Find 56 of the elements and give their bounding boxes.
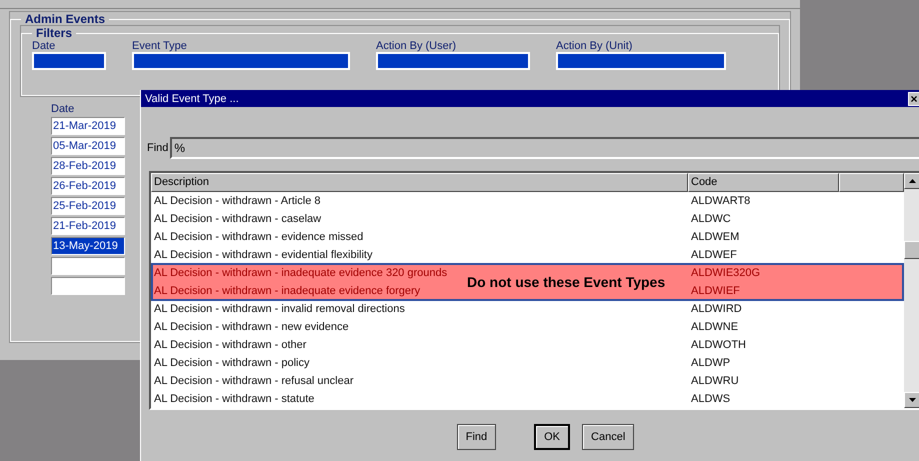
code-cell[interactable]: ALDWEM: [691, 230, 740, 244]
up-arrow-icon: [908, 179, 916, 183]
field-label: Action By (Unit): [556, 40, 634, 52]
field-label: Date: [32, 40, 56, 52]
scroll-down-button[interactable]: [904, 392, 919, 408]
dialog-button[interactable]: Cancel: [582, 424, 634, 450]
description-cell[interactable]: AL Decision - withdrawn - Article 8: [154, 194, 320, 208]
column-header[interactable]: Code: [688, 173, 839, 192]
column-header[interactable]: Description: [151, 173, 688, 192]
code-cell[interactable]: ALDWIRD: [691, 302, 742, 316]
description-cell[interactable]: AL Decision - withdrawn - evidence missed: [154, 230, 364, 244]
date-cell[interactable]: 21-Feb-2019: [51, 217, 125, 235]
code-cell[interactable]: ALDWART8: [691, 194, 750, 208]
scroll-thumb[interactable]: [904, 241, 919, 259]
dialog-title: Valid Event Type ...: [145, 92, 239, 104]
input-field[interactable]: [556, 52, 726, 70]
date-cell[interactable]: 13-May-2019: [51, 237, 125, 255]
dialog-button[interactable]: OK: [534, 424, 570, 450]
code-cell[interactable]: ALDWRU: [691, 374, 739, 388]
date-cell[interactable]: [51, 277, 125, 295]
input-field[interactable]: [32, 52, 106, 70]
description-cell[interactable]: AL Decision - withdrawn - refusal unclear: [154, 374, 354, 388]
code-cell[interactable]: ALDWNE: [691, 320, 738, 334]
input-field[interactable]: [132, 52, 350, 70]
input-field[interactable]: [376, 52, 530, 70]
description-cell[interactable]: AL Decision - withdrawn - statute: [154, 392, 314, 406]
description-cell[interactable]: AL Decision - withdrawn - caselaw: [154, 212, 322, 226]
close-button[interactable]: ×: [908, 92, 919, 106]
scroll-up-button[interactable]: [904, 173, 919, 189]
scrollbar[interactable]: [904, 173, 919, 408]
find-label: Find: [147, 142, 168, 154]
date-cell[interactable]: 25-Feb-2019: [51, 197, 125, 215]
warning-text: Do not use these Event Types: [467, 274, 666, 290]
group-title: Admin Events: [24, 12, 106, 26]
find-field[interactable]: %: [170, 137, 919, 159]
dialog-button[interactable]: Find: [456, 424, 496, 450]
code-cell[interactable]: ALDWEF: [691, 248, 737, 262]
code-cell[interactable]: ALDWC: [691, 212, 731, 226]
code-cell[interactable]: ALDWS: [691, 392, 730, 406]
date-cell[interactable]: 05-Mar-2019: [51, 137, 125, 155]
description-cell[interactable]: AL Decision - withdrawn - new evidence: [154, 320, 349, 334]
group-title: Filters: [35, 26, 74, 40]
description-cell[interactable]: AL Decision - withdrawn - policy: [154, 356, 310, 370]
date-cell[interactable]: 28-Feb-2019: [51, 157, 125, 175]
date-cell[interactable]: [51, 257, 125, 275]
date-cell[interactable]: 26-Feb-2019: [51, 177, 125, 195]
date-cell[interactable]: 21-Mar-2019: [51, 117, 125, 135]
field-label: Action By (User): [376, 40, 458, 52]
description-cell[interactable]: AL Decision - withdrawn - invalid removal directions: [154, 302, 405, 316]
code-cell[interactable]: ALDWP: [691, 356, 730, 370]
description-cell[interactable]: AL Decision - withdrawn - other: [154, 338, 306, 352]
column-header: Date: [51, 103, 74, 115]
down-arrow-icon: [908, 398, 916, 402]
code-cell[interactable]: ALDWOTH: [691, 338, 746, 352]
field-label: Event Type: [132, 40, 188, 52]
description-cell[interactable]: AL Decision - withdrawn - evidential flexibility: [154, 248, 372, 262]
